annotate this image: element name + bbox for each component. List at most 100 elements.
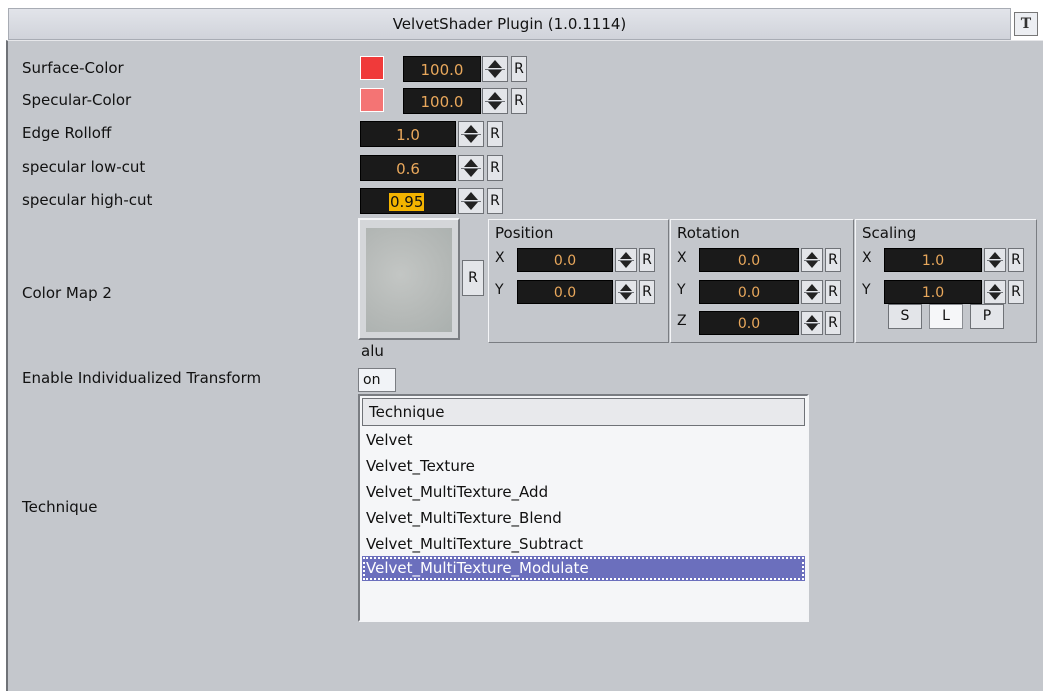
technique-item-multitexture-modulate[interactable]: Velvet_MultiTexture_Modulate — [362, 556, 805, 581]
scaling-title: Scaling — [862, 224, 917, 242]
scaling-x-label: X — [862, 250, 872, 266]
specular-high-cut-spinner[interactable] — [458, 188, 484, 214]
surface-color-spinner[interactable] — [482, 56, 508, 82]
rotation-group: Rotation X 0.0 R Y 0.0 R Z 0.0 R — [670, 219, 854, 343]
arrow-up-icon — [464, 192, 478, 200]
arrow-down-icon — [464, 135, 478, 143]
specular-color-value[interactable]: 100.0 — [403, 88, 481, 114]
rotation-z-spinner[interactable] — [801, 311, 823, 335]
specular-high-cut-value[interactable]: 0.95 — [360, 188, 456, 214]
position-y-value[interactable]: 0.0 — [517, 280, 613, 304]
selected-text: 0.95 — [389, 193, 425, 211]
arrow-down-icon — [806, 293, 818, 300]
rotation-z-reset-button[interactable]: R — [825, 311, 841, 335]
specular-color-reset-button[interactable]: R — [511, 88, 527, 114]
technique-item-velvet[interactable]: Velvet — [362, 428, 805, 453]
rotation-z-label: Z — [677, 313, 687, 329]
velvetshader-plugin-window: VelvetShader Plugin (1.0.1114) T Surface… — [0, 0, 1043, 691]
texture-thumbnail — [366, 228, 452, 332]
arrow-down-icon — [464, 202, 478, 210]
specular-high-cut-label: specular high-cut — [22, 191, 153, 209]
technique-listbox[interactable]: Technique Velvet Velvet_Texture Velvet_M… — [358, 394, 809, 622]
arrow-down-icon — [620, 261, 632, 268]
position-x-spinner[interactable] — [615, 248, 637, 272]
specular-color-label: Specular-Color — [22, 91, 132, 109]
enable-transform-label: Enable Individualized Transform — [22, 369, 262, 387]
arrow-up-icon — [989, 252, 1001, 259]
technique-item-velvet-texture[interactable]: Velvet_Texture — [362, 454, 805, 479]
arrow-up-icon — [620, 252, 632, 259]
position-y-reset-button[interactable]: R — [639, 280, 655, 304]
texture-reset-button[interactable]: R — [462, 260, 484, 296]
arrow-up-icon — [806, 252, 818, 259]
specular-low-cut-reset-button[interactable]: R — [487, 155, 503, 181]
scaling-x-spinner[interactable] — [984, 248, 1006, 272]
scaling-y-label: Y — [862, 282, 871, 298]
rotation-title: Rotation — [677, 224, 740, 242]
arrow-down-icon — [488, 102, 502, 110]
position-x-value[interactable]: 0.0 — [517, 248, 613, 272]
scaling-x-value[interactable]: 1.0 — [884, 248, 982, 272]
specular-low-cut-label: specular low-cut — [22, 158, 146, 176]
color-map-label: Color Map 2 — [22, 284, 112, 302]
edge-rolloff-reset-button[interactable]: R — [487, 121, 503, 147]
arrow-up-icon — [488, 60, 502, 68]
rotation-x-label: X — [677, 250, 687, 266]
edge-rolloff-label: Edge Rolloff — [22, 124, 112, 142]
position-x-reset-button[interactable]: R — [639, 248, 655, 272]
arrow-down-icon — [989, 261, 1001, 268]
scaling-y-value[interactable]: 1.0 — [884, 280, 982, 304]
scaling-y-reset-button[interactable]: R — [1008, 280, 1024, 304]
arrow-down-icon — [488, 70, 502, 78]
specular-low-cut-value[interactable]: 0.6 — [360, 155, 456, 181]
position-title: Position — [495, 224, 554, 242]
rotation-x-spinner[interactable] — [801, 248, 823, 272]
specular-color-swatch[interactable] — [360, 88, 384, 112]
arrow-down-icon — [989, 293, 1001, 300]
rotation-x-reset-button[interactable]: R — [825, 248, 841, 272]
specular-low-cut-spinner[interactable] — [458, 155, 484, 181]
texture-drop-slot[interactable] — [358, 218, 460, 340]
arrow-up-icon — [989, 284, 1001, 291]
position-y-label: Y — [495, 282, 504, 298]
technique-item-multitexture-blend[interactable]: Velvet_MultiTexture_Blend — [362, 506, 805, 531]
position-y-spinner[interactable] — [615, 280, 637, 304]
rotation-y-spinner[interactable] — [801, 280, 823, 304]
position-x-label: X — [495, 250, 505, 266]
position-group: Position X 0.0 R Y 0.0 R — [488, 219, 669, 343]
edge-rolloff-spinner[interactable] — [458, 121, 484, 147]
arrow-down-icon — [806, 324, 818, 331]
rotation-z-value[interactable]: 0.0 — [699, 311, 799, 335]
rotation-y-reset-button[interactable]: R — [825, 280, 841, 304]
arrow-up-icon — [620, 284, 632, 291]
arrow-up-icon — [806, 284, 818, 291]
surface-color-label: Surface-Color — [22, 59, 124, 77]
arrow-down-icon — [806, 261, 818, 268]
arrow-up-icon — [464, 125, 478, 133]
edge-rolloff-value[interactable]: 1.0 — [360, 121, 456, 147]
arrow-up-icon — [464, 159, 478, 167]
technique-list-header[interactable]: Technique — [362, 398, 805, 426]
arrow-down-icon — [464, 169, 478, 177]
scale-p-button[interactable]: P — [970, 304, 1004, 329]
scaling-x-reset-button[interactable]: R — [1008, 248, 1024, 272]
texture-name: alu — [361, 342, 384, 360]
surface-color-reset-button[interactable]: R — [511, 56, 527, 82]
scale-s-button[interactable]: S — [888, 304, 922, 329]
arrow-up-icon — [488, 92, 502, 100]
scaling-y-spinner[interactable] — [984, 280, 1006, 304]
scale-l-button[interactable]: L — [929, 304, 963, 329]
technique-item-multitexture-subtract[interactable]: Velvet_MultiTexture_Subtract — [362, 532, 805, 557]
plugin-window-icon[interactable]: T — [1014, 12, 1038, 36]
specular-color-spinner[interactable] — [482, 88, 508, 114]
arrow-up-icon — [806, 315, 818, 322]
rotation-y-label: Y — [677, 282, 686, 298]
rotation-x-value[interactable]: 0.0 — [699, 248, 799, 272]
surface-color-swatch[interactable] — [360, 56, 384, 80]
enable-transform-toggle[interactable]: on — [358, 368, 396, 392]
arrow-down-icon — [620, 293, 632, 300]
technique-item-multitexture-add[interactable]: Velvet_MultiTexture_Add — [362, 480, 805, 505]
specular-high-cut-reset-button[interactable]: R — [487, 188, 503, 214]
rotation-y-value[interactable]: 0.0 — [699, 280, 799, 304]
surface-color-value[interactable]: 100.0 — [403, 56, 481, 82]
